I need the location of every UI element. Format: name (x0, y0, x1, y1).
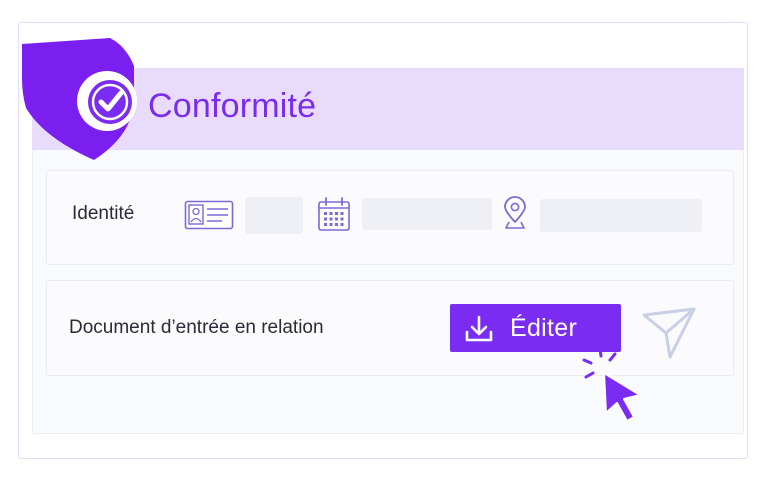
date-field-placeholder (362, 198, 492, 230)
card-title: Conformité (148, 87, 317, 125)
id-card-icon (184, 200, 234, 230)
calendar-icon (318, 197, 350, 231)
identity-label: Identité (72, 203, 135, 224)
location-pin-icon (504, 196, 526, 229)
check-circle-icon (77, 71, 137, 131)
send-icon[interactable] (640, 305, 698, 361)
identity-field-placeholder (245, 197, 303, 234)
document-label: Document d’entrée en relation (69, 317, 324, 338)
edit-button-label: Éditer (510, 314, 578, 342)
cursor-click-icon (582, 347, 641, 422)
address-field-placeholder (540, 199, 702, 232)
download-icon (465, 315, 493, 342)
